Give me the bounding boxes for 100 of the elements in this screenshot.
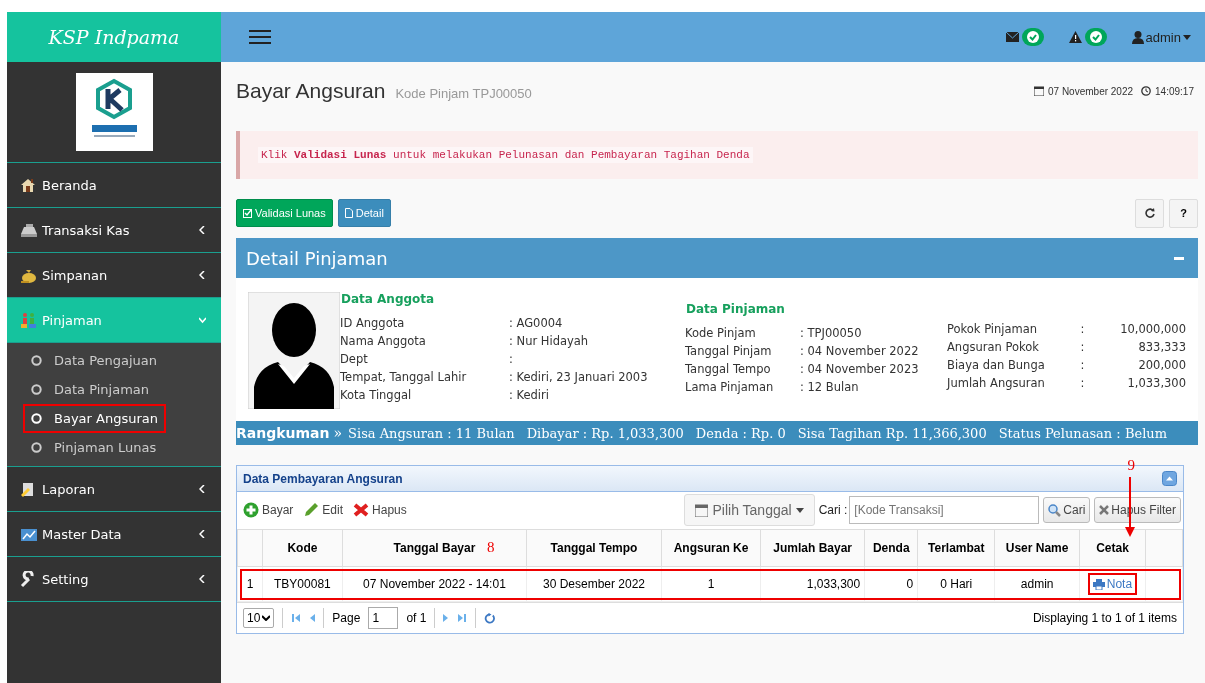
last-page-icon <box>457 613 468 623</box>
column-header[interactable]: User Name <box>994 529 1080 567</box>
menu-item[interactable]: Master Data <box>7 512 221 557</box>
table-cell: 0 Hari <box>917 566 995 602</box>
section-heading: Data Anggota <box>341 292 436 306</box>
field-value: : TPJ00050 <box>800 326 863 340</box>
field-colon: : <box>1079 340 1086 354</box>
field-value: : Nur Hidayah <box>509 334 590 348</box>
summary-item: Sisa Tagihan Rp. 11,366,300 <box>797 425 987 441</box>
field-value: 10,000,000 <box>1120 322 1186 336</box>
check-badge-icon <box>1021 28 1044 46</box>
field-value: : 04 November 2023 <box>800 362 920 376</box>
alert-message: Klik Validasi Lunas untuk melakukan Pelunasan dan Pembayaran Tagihan Denda <box>258 147 753 163</box>
panel-title: Detail Pinjaman <box>246 247 388 269</box>
field-label: ID Anggota <box>340 316 406 330</box>
page-label: Page <box>332 611 361 625</box>
page-title: Bayar Angsuran <box>236 79 386 103</box>
user-icon <box>1131 30 1144 44</box>
refresh-button[interactable] <box>1135 198 1164 228</box>
toolbar-button[interactable]: Hapus <box>353 502 407 518</box>
chevron-icon <box>199 575 206 583</box>
field-value: 1,033,300 <box>1126 376 1186 390</box>
column-header[interactable]: Cetak <box>1079 529 1146 567</box>
notification-button[interactable] <box>1068 28 1107 46</box>
summary-arrow: » <box>333 425 343 441</box>
previous-page-icon <box>309 613 316 623</box>
search-label: Cari : <box>818 503 848 517</box>
time-text: 14:09:17 <box>1155 85 1194 97</box>
summary-item: Dibayar : Rp. 1,033,300 <box>526 425 684 441</box>
table-cell: 1 <box>661 566 761 602</box>
grid-title: Data Pembayaran Angsuran <box>243 471 403 486</box>
table-cell: 1,033,300 <box>760 566 865 602</box>
page-count: of 1 <box>406 611 427 625</box>
document-icon <box>344 208 353 218</box>
callout-number: 8 <box>487 539 495 556</box>
field-value: 833,333 <box>1137 340 1186 354</box>
search-button[interactable]: Cari <box>1043 497 1091 523</box>
field-label: Tanggal Pinjam <box>685 344 773 358</box>
calendar-icon <box>695 503 709 517</box>
cross-icon <box>353 502 370 518</box>
printer-icon <box>1092 578 1105 590</box>
chevron-icon <box>199 226 206 234</box>
next-page-icon <box>443 613 450 623</box>
chevron-icon <box>199 271 206 279</box>
field-label: Tempat, Tanggal Lahir <box>340 370 468 384</box>
field-label: Angsuran Pokok <box>947 340 1040 354</box>
toolbar-button[interactable]: Bayar <box>243 502 294 518</box>
field-value: : 12 Bulan <box>800 380 860 394</box>
user-menu[interactable]: admin <box>1131 29 1191 45</box>
people-icon <box>20 311 38 329</box>
check-badge-icon <box>1084 28 1107 46</box>
caret-icon <box>1183 34 1191 40</box>
field-colon: : <box>1079 322 1086 336</box>
field-value: : AG0004 <box>509 316 564 330</box>
help-button[interactable]: ? <box>1169 198 1198 228</box>
column-header[interactable]: Angsuran Ke <box>661 529 761 567</box>
chevron-icon <box>199 316 206 324</box>
reload-icon <box>484 612 496 624</box>
summary-item: Status Pelunasan : Belum <box>998 425 1167 441</box>
field-label: Biaya dan Bunga <box>947 358 1045 372</box>
submenu-item[interactable]: Data Pinjaman <box>23 375 158 404</box>
page-size-select[interactable]: 10 <box>243 608 275 628</box>
minus-icon <box>1174 256 1184 260</box>
circle-icon <box>31 355 42 366</box>
menu-icon <box>249 29 271 45</box>
row-number: 1 <box>237 566 263 602</box>
date-picker-button[interactable]: Pilih Tanggal <box>684 494 815 526</box>
first-page-icon <box>291 613 302 623</box>
chevron-icon <box>199 530 206 538</box>
toolbar-button[interactable]: Edit <box>303 502 344 518</box>
submenu-item[interactable]: Data Pengajuan <box>23 346 166 375</box>
field-value: : 04 November 2022 <box>800 344 920 358</box>
column-header[interactable]: Terlambat <box>917 529 995 567</box>
column-header[interactable]: Tanggal Tempo <box>526 529 662 567</box>
envelope-icon <box>1005 32 1019 42</box>
caret-icon <box>262 615 271 621</box>
search-field[interactable]: [Kode Transaksi] <box>849 496 1040 524</box>
submenu-item[interactable]: Bayar Angsuran <box>23 404 166 433</box>
date-text: 07 November 2022 <box>1048 85 1134 97</box>
table-cell: 07 November 2022 - 14:01 <box>342 566 527 602</box>
cross-icon <box>1099 505 1110 515</box>
plus-icon <box>243 502 259 518</box>
field-value: : Kediri <box>509 388 550 402</box>
table-cell: 30 Desember 2022 <box>526 566 662 602</box>
calendar-icon <box>1034 86 1044 96</box>
table-cell: 0 <box>864 566 918 602</box>
detail-button[interactable]: Detail <box>337 199 391 227</box>
refresh-icon <box>1144 208 1155 218</box>
pagination-info: Displaying 1 to 1 of 1 items <box>1032 611 1177 625</box>
submenu-item[interactable]: Pinjaman Lunas <box>23 433 165 462</box>
column-header[interactable]: Denda <box>864 529 918 567</box>
section-heading: Data Pinjaman <box>686 302 786 316</box>
notification-button[interactable] <box>1005 28 1044 46</box>
column-header[interactable]: Jumlah Bayar <box>760 529 865 567</box>
field-label: Tanggal Tempo <box>685 362 772 376</box>
warning-icon <box>1068 31 1082 43</box>
page-number-field[interactable]: 1 <box>368 607 399 629</box>
column-header[interactable]: Kode <box>262 529 343 567</box>
table-cell: admin <box>994 566 1080 602</box>
circle-icon <box>31 442 42 453</box>
